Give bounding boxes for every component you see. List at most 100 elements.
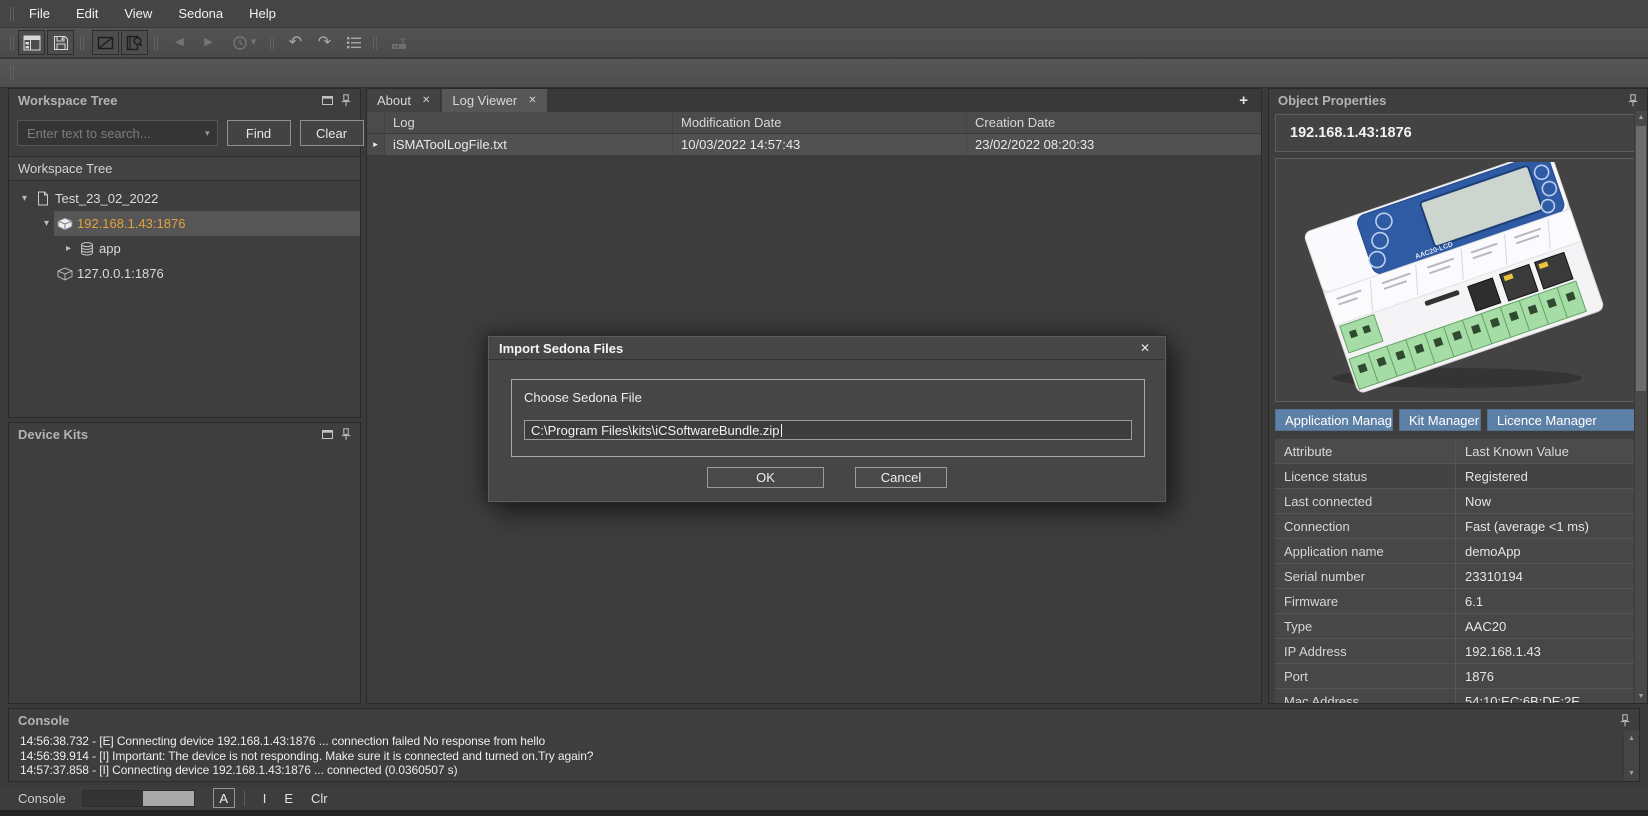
secondary-toolbar-grip[interactable]	[10, 66, 16, 80]
pin-panel-button[interactable]	[1628, 94, 1638, 107]
tree-node-device-192[interactable]: ▾ 192.168.1.43:1876	[9, 211, 360, 236]
toolbar-sep-3	[373, 36, 379, 50]
property-row-application-name[interactable]: Application name demoApp	[1275, 539, 1641, 564]
properties-table-header: Attribute Last Known Value	[1275, 439, 1641, 464]
property-row-last-connected[interactable]: Last connected Now	[1275, 489, 1641, 514]
menu-help[interactable]: Help	[236, 0, 289, 27]
workspace-layout-icon	[23, 35, 41, 51]
kit-manager-button[interactable]: Kit Manager	[1399, 409, 1481, 431]
history-button[interactable]: ▾	[224, 30, 264, 55]
scroll-up-icon[interactable]: ▲	[1624, 735, 1639, 742]
close-tab-icon[interactable]: ✕	[528, 95, 536, 106]
object-properties-panel: Object Properties 192.168.1.43:1876	[1268, 88, 1648, 704]
workspace-tree-header: Workspace Tree	[9, 89, 360, 111]
workspace-layout-button[interactable]	[18, 30, 45, 55]
clear-button[interactable]: Clear	[300, 120, 364, 146]
ok-button[interactable]: OK	[707, 467, 824, 488]
import-sedona-files-dialog: Import Sedona Files ✕ Choose Sedona File…	[488, 336, 1166, 502]
scroll-down-icon[interactable]: ▼	[1624, 770, 1639, 777]
close-tab-icon[interactable]: ✕	[422, 95, 430, 106]
application-manager-button[interactable]: Application Manager	[1275, 409, 1393, 431]
console-title: Console	[18, 713, 69, 728]
filter-error-button[interactable]: E	[275, 791, 302, 806]
dialog-title-bar[interactable]: Import Sedona Files ✕	[489, 337, 1165, 360]
tree-node-project[interactable]: ▾ Test_23_02_2022	[9, 186, 360, 211]
cancel-button[interactable]: Cancel	[855, 467, 947, 488]
toolbar-grip-2[interactable]	[80, 36, 86, 50]
device-connection-button[interactable]	[385, 30, 412, 55]
back-button[interactable]: ◀	[166, 30, 193, 55]
edit-mode-off-button[interactable]	[92, 30, 119, 55]
properties-scrollbar[interactable]: ▲ ▼	[1634, 111, 1647, 703]
choose-file-groupbox: Choose Sedona File C:\Program Files\kits…	[511, 379, 1145, 457]
console-scrollbar[interactable]: ▲ ▼	[1623, 731, 1639, 781]
expander-open-icon[interactable]: ▾	[17, 193, 32, 204]
menu-view[interactable]: View	[111, 0, 165, 27]
filter-all-button[interactable]: A	[213, 788, 235, 808]
menu-file[interactable]: File	[16, 0, 63, 27]
tab-about[interactable]: About ✕	[367, 89, 440, 112]
tree-node-label: app	[97, 241, 121, 256]
add-tab-button[interactable]: +	[1226, 89, 1261, 112]
menu-sedona[interactable]: Sedona	[165, 0, 236, 27]
save-button[interactable]	[47, 30, 74, 55]
property-name: Port	[1275, 664, 1456, 688]
menu-edit[interactable]: Edit	[63, 0, 111, 27]
log-table-row[interactable]: ▸ iSMAToolLogFile.txt 10/03/2022 14:57:4…	[367, 134, 1261, 156]
scroll-up-icon[interactable]: ▲	[1635, 114, 1647, 121]
licence-manager-button[interactable]: Licence Manager	[1487, 409, 1647, 431]
property-row-ip-address[interactable]: IP Address 192.168.1.43	[1275, 639, 1641, 664]
column-header-modification-date[interactable]: Modification Date	[673, 112, 967, 133]
combo-caret-icon[interactable]: ▾	[205, 128, 210, 139]
property-name: Mac Address	[1275, 689, 1456, 704]
property-row-firmware[interactable]: Firmware 6.1	[1275, 589, 1641, 614]
tree-search-input[interactable]	[25, 125, 205, 142]
tree-search-combo[interactable]: ▾	[17, 120, 218, 146]
secondary-toolbar	[0, 59, 1648, 88]
scroll-down-icon[interactable]: ▼	[1635, 693, 1647, 700]
menu-bar: File Edit View Sedona Help	[0, 0, 1648, 28]
clear-console-button[interactable]: Clr	[302, 791, 337, 806]
column-header-creation-date[interactable]: Creation Date	[967, 112, 1261, 133]
redo-button[interactable]: ↷	[311, 30, 338, 55]
tab-log-viewer[interactable]: Log Viewer ✕	[442, 89, 546, 112]
undo-button[interactable]: ↶	[282, 30, 309, 55]
filter-info-button[interactable]: I	[254, 791, 276, 806]
scrollbar-thumb[interactable]	[1636, 126, 1646, 391]
property-row-type[interactable]: Type AAC20	[1275, 614, 1641, 639]
property-row-port[interactable]: Port 1876	[1275, 664, 1641, 689]
find-button[interactable]: Find	[227, 120, 291, 146]
text-caret	[781, 424, 782, 437]
pin-panel-button[interactable]	[341, 428, 351, 441]
dialog-close-icon[interactable]: ✕	[1135, 341, 1155, 355]
property-row-serial-number[interactable]: Serial number 23310194	[1275, 564, 1641, 589]
tree-section-label: Workspace Tree	[9, 156, 360, 181]
pin-panel-button[interactable]	[341, 94, 351, 107]
column-header-log[interactable]: Log	[385, 112, 673, 133]
property-name: Type	[1275, 614, 1456, 638]
toolbar-grip-1[interactable]	[10, 36, 16, 50]
property-row-licence-status[interactable]: Licence status Registered	[1275, 464, 1641, 489]
log-list-button[interactable]	[340, 30, 367, 55]
log-list-icon	[346, 36, 362, 50]
forward-button[interactable]: ▶	[195, 30, 222, 55]
property-name: Connection	[1275, 514, 1456, 538]
property-row-connection[interactable]: Connection Fast (average <1 ms)	[1275, 514, 1641, 539]
expander-closed-icon[interactable]: ▸	[61, 243, 76, 254]
pin-panel-button[interactable]	[1620, 714, 1630, 727]
window-icon	[322, 96, 333, 105]
device-photo: AAC20-LCD	[1285, 162, 1625, 398]
property-row-mac-address[interactable]: Mac Address 54:10:EC:6B:DE:2E	[1275, 689, 1641, 704]
kit-inspector-button[interactable]	[121, 30, 148, 55]
tree-node-app[interactable]: ▸ app	[9, 236, 360, 261]
minimize-panel-button[interactable]	[322, 96, 333, 105]
log-file-name: iSMAToolLogFile.txt	[385, 134, 673, 155]
column-header-attribute: Attribute	[1275, 439, 1456, 463]
tree-node-device-127[interactable]: 127.0.0.1:1876	[9, 261, 360, 286]
console-line: 14:57:37.858 - [I] Connecting device 192…	[20, 763, 1622, 778]
expander-open-icon[interactable]: ▾	[39, 218, 54, 229]
minimize-panel-button[interactable]	[322, 430, 333, 439]
property-name: IP Address	[1275, 639, 1456, 663]
sedona-file-path-input[interactable]: C:\Program Files\kits\iCSoftwareBundle.z…	[524, 420, 1132, 440]
console-input-box[interactable]	[82, 790, 195, 807]
